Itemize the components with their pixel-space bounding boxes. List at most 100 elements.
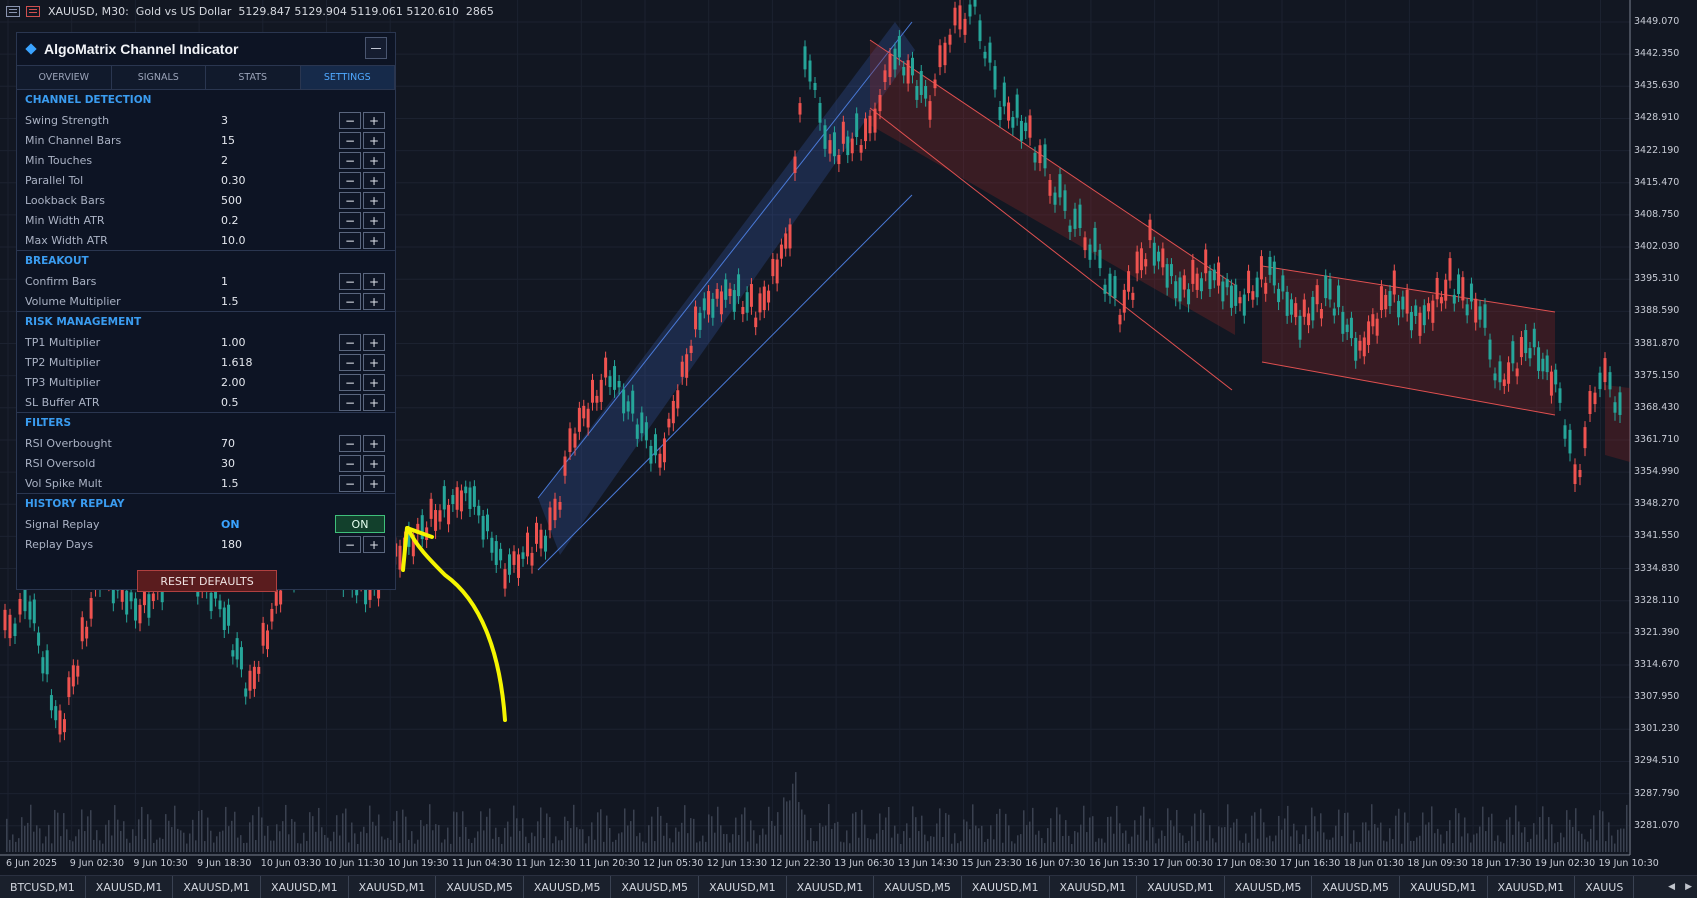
volume-bar: [693, 818, 695, 852]
volume-bar: [1092, 816, 1094, 852]
candle: [745, 292, 749, 313]
setting-row: RSI Overbought 70 − +: [17, 433, 395, 453]
value-stepper: − +: [337, 192, 385, 209]
increment-button[interactable]: +: [363, 394, 385, 411]
volume-bar: [1461, 836, 1463, 852]
increment-button[interactable]: +: [363, 273, 385, 290]
increment-button[interactable]: +: [363, 192, 385, 209]
chart-tab[interactable]: XAUUSD,M1: [173, 876, 262, 898]
decrement-button[interactable]: −: [339, 475, 361, 492]
candle: [671, 400, 675, 424]
chart-tab[interactable]: XAUUSD,M1: [1137, 876, 1225, 898]
increment-button[interactable]: +: [363, 172, 385, 189]
chart-tab[interactable]: XAUUS: [1575, 876, 1635, 898]
volume-bar: [651, 816, 653, 852]
increment-button[interactable]: +: [363, 112, 385, 129]
decrement-button[interactable]: −: [339, 192, 361, 209]
increment-button[interactable]: +: [363, 475, 385, 492]
decrement-button[interactable]: −: [339, 455, 361, 472]
candle: [1247, 270, 1251, 294]
increment-button[interactable]: +: [363, 293, 385, 310]
volume-bar: [921, 815, 923, 852]
chart-tab[interactable]: XAUUSD,M1: [261, 876, 349, 898]
decrement-button[interactable]: −: [339, 293, 361, 310]
chart-tab[interactable]: XAUUSD,M5: [874, 876, 962, 898]
chart-tab[interactable]: XAUUSD,M1: [787, 876, 875, 898]
decrement-button[interactable]: −: [339, 536, 361, 553]
decrement-button[interactable]: −: [339, 435, 361, 452]
candle: [1345, 324, 1349, 333]
chart-tab[interactable]: XAUUSD,M5: [1225, 876, 1313, 898]
tab-signals[interactable]: SIGNALS: [110, 65, 206, 89]
tab-stats[interactable]: STATS: [205, 65, 301, 89]
signal-replay-toggle[interactable]: ON: [335, 515, 385, 533]
volume-bar: [261, 817, 263, 852]
decrement-button[interactable]: −: [339, 152, 361, 169]
setting-value: 30: [221, 456, 235, 470]
setting-value: 3: [221, 113, 228, 127]
volume-bar: [1566, 810, 1568, 852]
tab-settings[interactable]: SETTINGS: [299, 65, 395, 89]
decrement-button[interactable]: −: [339, 273, 361, 290]
increment-button[interactable]: +: [363, 232, 385, 249]
indicator-list-icon[interactable]: [26, 5, 40, 17]
chart-tab[interactable]: XAUUSD,M1: [1488, 876, 1576, 898]
decrement-button[interactable]: −: [339, 334, 361, 351]
increment-button[interactable]: +: [363, 374, 385, 391]
increment-button[interactable]: +: [363, 536, 385, 553]
decrement-button[interactable]: −: [339, 394, 361, 411]
decrement-button[interactable]: −: [339, 374, 361, 391]
candle: [1618, 392, 1622, 415]
decrement-button[interactable]: −: [339, 232, 361, 249]
increment-button[interactable]: +: [363, 212, 385, 229]
decrement-button[interactable]: −: [339, 132, 361, 149]
time-tick-label: 12 Jun 05:30: [643, 858, 704, 869]
volume-bar: [1521, 832, 1523, 852]
chart-tab[interactable]: XAUUSD,M1: [1400, 876, 1488, 898]
tab-overview[interactable]: OVERVIEW: [16, 65, 112, 89]
decrement-button[interactable]: −: [339, 212, 361, 229]
scroll-left-icon[interactable]: ◀: [1663, 882, 1680, 892]
candle: [1414, 305, 1418, 316]
volume-bar: [303, 832, 305, 852]
minimize-button[interactable]: [365, 37, 387, 59]
value-stepper: − +: [337, 455, 385, 472]
increment-button[interactable]: +: [363, 435, 385, 452]
tab-scroll-arrows[interactable]: ◀ ▶: [1663, 876, 1697, 898]
decrement-button[interactable]: −: [339, 112, 361, 129]
candle: [1242, 294, 1246, 316]
candle: [13, 623, 17, 637]
chart-tab[interactable]: XAUUSD,M5: [524, 876, 612, 898]
decrement-button[interactable]: −: [339, 354, 361, 371]
chart-tab[interactable]: XAUUSD,M1: [86, 876, 174, 898]
volume-bar: [132, 829, 134, 852]
panel-header[interactable]: AlgoMatrix Channel Indicator: [17, 33, 395, 65]
setting-label: Signal Replay: [25, 517, 100, 531]
volume-bar: [732, 834, 734, 852]
increment-button[interactable]: +: [363, 132, 385, 149]
chart-tab[interactable]: XAUUSD,M1: [699, 876, 787, 898]
chart-tab[interactable]: XAUUSD,M1: [349, 876, 437, 898]
volume-bar: [120, 830, 122, 852]
chart-tab[interactable]: XAUUSD,M1: [1050, 876, 1138, 898]
candle: [526, 532, 529, 557]
reset-defaults-button[interactable]: RESET DEFAULTS: [137, 570, 277, 592]
volume-bar: [579, 829, 581, 852]
decrement-button[interactable]: −: [339, 172, 361, 189]
volume-bar: [417, 839, 419, 852]
menu-icon[interactable]: [6, 5, 20, 17]
increment-button[interactable]: +: [363, 152, 385, 169]
chart-tab[interactable]: XAUUSD,M5: [436, 876, 524, 898]
chart-tab[interactable]: XAUUSD,M1: [962, 876, 1050, 898]
volume-bar: [1347, 812, 1349, 852]
increment-button[interactable]: +: [363, 455, 385, 472]
candle: [658, 453, 662, 468]
chart-tab[interactable]: XAUUSD,M5: [1312, 876, 1400, 898]
chart-tab[interactable]: BTCUSD,M1: [0, 876, 86, 898]
time-tick-label: 17 Jun 08:30: [1216, 858, 1277, 869]
chart-tab[interactable]: XAUUSD,M5: [611, 876, 700, 898]
candle: [837, 154, 841, 165]
increment-button[interactable]: +: [363, 354, 385, 371]
increment-button[interactable]: +: [363, 334, 385, 351]
scroll-right-icon[interactable]: ▶: [1680, 882, 1697, 892]
